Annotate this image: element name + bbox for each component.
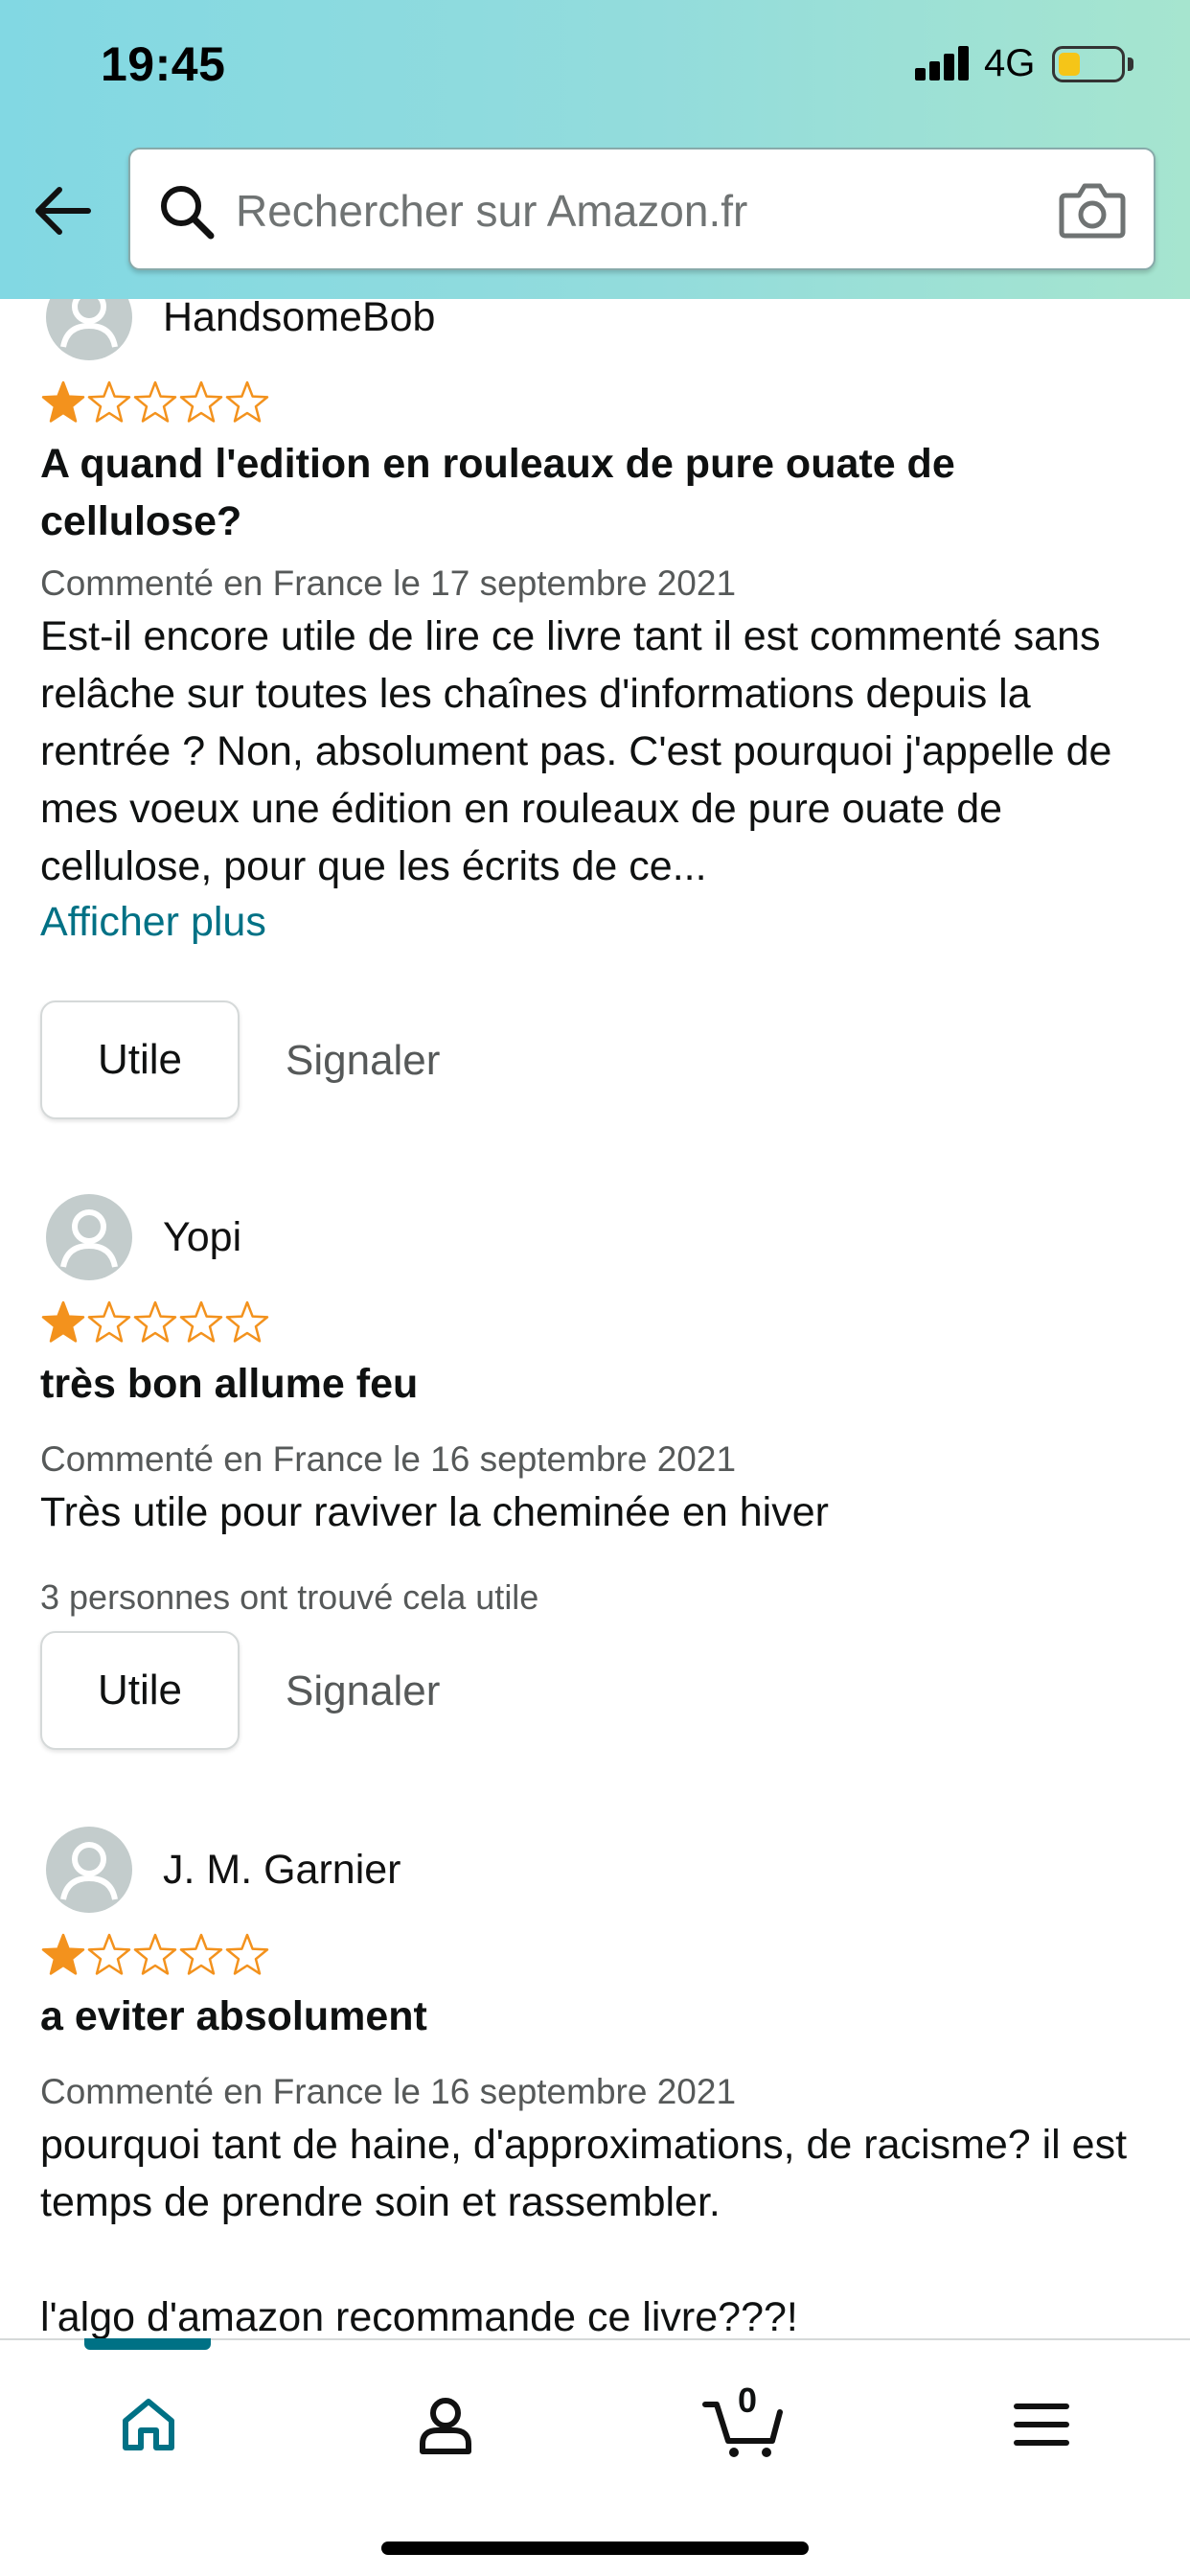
menu-icon (1014, 2404, 1069, 2446)
review-body: Est-il encore utile de lire ce livre tan… (40, 613, 1112, 889)
nav-account[interactable] (393, 2377, 498, 2472)
review-title[interactable]: A quand l'edition en rouleaux de pure ou… (40, 435, 1142, 550)
reviews-list: HandsomeBob A quand l'edition en rouleau… (0, 299, 1190, 2340)
app-header: 19:45 4G (0, 0, 1190, 299)
back-arrow-icon (35, 187, 91, 235)
star-empty-icon (133, 1300, 177, 1343)
helpful-count: 3 personnes ont trouvé cela utile (40, 1577, 539, 1617)
reviewer-name: J. M. Garnier (163, 1846, 401, 1893)
review-date: Commenté en France le 17 septembre 2021 (40, 564, 737, 603)
star-empty-icon (87, 1300, 131, 1343)
show-more-link[interactable]: Afficher plus (40, 899, 266, 946)
star-filled-icon (41, 380, 85, 423)
nav-cart[interactable]: 0 (692, 2377, 797, 2472)
active-tab-indicator (84, 2338, 211, 2350)
review-title[interactable]: a eviter absolument (40, 1988, 1142, 2045)
signal-icon (915, 46, 971, 80)
star-filled-icon (41, 1300, 85, 1343)
reviewer-name: HandsomeBob (163, 299, 436, 340)
battery-tip (1128, 58, 1133, 71)
account-icon (420, 2398, 471, 2454)
nav-menu[interactable] (989, 2377, 1094, 2472)
avatar (46, 299, 132, 360)
user-silhouette-icon (60, 1842, 118, 1900)
user-silhouette-icon (60, 299, 118, 348)
report-link[interactable]: Signaler (286, 1668, 440, 1715)
back-button[interactable] (29, 172, 96, 249)
review-title[interactable]: très bon allume feu (40, 1355, 1142, 1413)
star-empty-icon (225, 1933, 269, 1975)
home-icon (123, 2399, 174, 2450)
bottom-nav: 0 (0, 2338, 1190, 2576)
battery-icon (1052, 46, 1125, 82)
user-silhouette-icon (60, 1209, 118, 1268)
star-empty-icon (225, 380, 269, 423)
cart-count: 0 (738, 2380, 758, 2420)
report-link[interactable]: Signaler (286, 1037, 440, 1085)
avatar (46, 1827, 132, 1913)
nav-home[interactable] (96, 2377, 201, 2472)
search-icon (161, 186, 215, 240)
star-empty-icon (87, 1933, 131, 1975)
star-empty-icon (133, 380, 177, 423)
star-empty-icon (179, 1933, 223, 1975)
star-empty-icon (133, 1933, 177, 1975)
star-rating (40, 380, 270, 426)
star-empty-icon (225, 1300, 269, 1343)
helpful-button[interactable]: Utile (40, 1631, 240, 1750)
star-filled-icon (41, 1933, 85, 1975)
reviewer-name: Yopi (163, 1213, 242, 1260)
search-bar[interactable] (128, 148, 1156, 270)
reviewer: Yopi (46, 1194, 241, 1280)
star-empty-icon (87, 380, 131, 423)
helpful-button[interactable]: Utile (40, 1000, 240, 1119)
star-empty-icon (179, 380, 223, 423)
reviewer: HandsomeBob (46, 299, 435, 360)
search-input[interactable] (236, 171, 1031, 251)
star-rating (40, 1932, 270, 1978)
status-bar: 19:45 4G (0, 0, 1190, 134)
network-type: 4G (984, 42, 1036, 84)
reviewer: J. M. Garnier (46, 1827, 401, 1913)
review-date: Commenté en France le 16 septembre 2021 (40, 2072, 737, 2111)
star-empty-icon (179, 1300, 223, 1343)
review-body: Très utile pour raviver la cheminée en h… (40, 1489, 829, 1535)
camera-icon[interactable] (1058, 180, 1127, 240)
star-rating (40, 1300, 270, 1346)
status-time: 19:45 (101, 37, 226, 91)
review-date: Commenté en France le 16 septembre 2021 (40, 1439, 737, 1479)
avatar (46, 1194, 132, 1280)
home-indicator (381, 2542, 809, 2555)
review-body: pourquoi tant de haine, d'approximations… (40, 2122, 1128, 2340)
